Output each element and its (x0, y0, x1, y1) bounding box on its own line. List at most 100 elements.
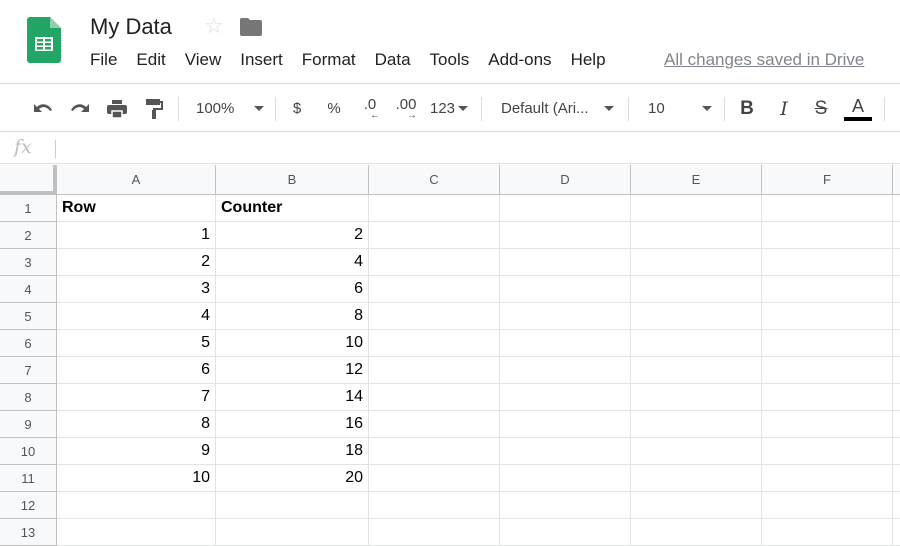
cell[interactable] (893, 438, 900, 465)
cell[interactable] (762, 384, 893, 411)
cell[interactable] (631, 330, 762, 357)
cell[interactable] (369, 195, 500, 222)
menu-addons[interactable]: Add-ons (488, 50, 551, 70)
row-header[interactable]: 8 (0, 384, 57, 411)
undo-button[interactable] (30, 85, 56, 132)
cell[interactable] (500, 519, 631, 546)
cell[interactable] (762, 411, 893, 438)
save-status-link[interactable]: All changes saved in Drive (664, 50, 864, 70)
cell[interactable] (893, 222, 900, 249)
cell[interactable]: 16 (216, 411, 369, 438)
column-header-partial[interactable] (893, 165, 900, 195)
cell[interactable]: 2 (216, 222, 369, 249)
cell[interactable] (500, 303, 631, 330)
cell[interactable] (369, 438, 500, 465)
cell[interactable] (762, 222, 893, 249)
cell[interactable] (500, 411, 631, 438)
cell[interactable] (893, 276, 900, 303)
column-header-a[interactable]: A (57, 165, 216, 195)
menu-data[interactable]: Data (375, 50, 411, 70)
cell[interactable] (762, 303, 893, 330)
cell[interactable] (57, 492, 216, 519)
cell[interactable]: 10 (57, 465, 216, 492)
row-header[interactable]: 7 (0, 357, 57, 384)
currency-format-button[interactable]: $ (285, 85, 309, 132)
cell[interactable] (762, 330, 893, 357)
cell[interactable] (631, 303, 762, 330)
row-header[interactable]: 10 (0, 438, 57, 465)
cell[interactable]: 20 (216, 465, 369, 492)
formula-input[interactable] (64, 133, 900, 164)
cell[interactable] (57, 519, 216, 546)
cell[interactable] (893, 303, 900, 330)
cell[interactable] (893, 411, 900, 438)
cell[interactable]: Counter (216, 195, 369, 222)
cell[interactable]: 10 (216, 330, 369, 357)
folder-icon[interactable] (240, 18, 262, 36)
row-header[interactable]: 11 (0, 465, 57, 492)
cell[interactable]: 5 (57, 330, 216, 357)
cell[interactable]: 4 (57, 303, 216, 330)
cell[interactable] (500, 222, 631, 249)
print-button[interactable] (104, 85, 130, 132)
cell[interactable] (893, 465, 900, 492)
cell[interactable] (762, 357, 893, 384)
cell[interactable] (631, 357, 762, 384)
cell[interactable] (216, 492, 369, 519)
row-header[interactable]: 4 (0, 276, 57, 303)
cell[interactable]: Row (57, 195, 216, 222)
cell[interactable] (893, 384, 900, 411)
cell[interactable] (500, 384, 631, 411)
decrease-decimal-button[interactable]: .0 ← (355, 85, 385, 132)
zoom-select[interactable]: 100% (190, 85, 270, 132)
sheets-logo-icon[interactable] (27, 17, 61, 63)
column-header-c[interactable]: C (369, 165, 500, 195)
paint-format-button[interactable] (141, 85, 167, 132)
menu-help[interactable]: Help (571, 50, 606, 70)
bold-button[interactable]: B (735, 85, 759, 132)
cell[interactable] (369, 249, 500, 276)
cell[interactable]: 7 (57, 384, 216, 411)
cell[interactable] (631, 492, 762, 519)
cell[interactable] (762, 492, 893, 519)
cell[interactable]: 2 (57, 249, 216, 276)
cell[interactable] (500, 357, 631, 384)
cell[interactable] (369, 222, 500, 249)
cell[interactable] (631, 249, 762, 276)
cell[interactable] (369, 303, 500, 330)
row-header[interactable]: 12 (0, 492, 57, 519)
cell[interactable] (500, 276, 631, 303)
cell[interactable] (631, 195, 762, 222)
cell[interactable] (893, 492, 900, 519)
percent-format-button[interactable]: % (322, 85, 346, 132)
cell[interactable] (369, 276, 500, 303)
cell[interactable]: 9 (57, 438, 216, 465)
cell[interactable] (631, 411, 762, 438)
increase-decimal-button[interactable]: .00 → (390, 85, 422, 132)
cell[interactable] (369, 384, 500, 411)
menu-format[interactable]: Format (302, 50, 356, 70)
cell[interactable] (500, 438, 631, 465)
cell[interactable] (893, 357, 900, 384)
cell[interactable] (762, 438, 893, 465)
cell[interactable]: 1 (57, 222, 216, 249)
column-header-e[interactable]: E (631, 165, 762, 195)
cell[interactable] (762, 519, 893, 546)
menu-edit[interactable]: Edit (136, 50, 165, 70)
cell[interactable]: 6 (57, 357, 216, 384)
cell[interactable] (369, 492, 500, 519)
cell[interactable] (762, 195, 893, 222)
cell[interactable] (631, 438, 762, 465)
row-header[interactable]: 5 (0, 303, 57, 330)
menu-file[interactable]: File (90, 50, 117, 70)
cell[interactable] (631, 465, 762, 492)
strikethrough-button[interactable]: S (809, 85, 833, 132)
cell[interactable] (631, 519, 762, 546)
cell[interactable]: 18 (216, 438, 369, 465)
document-title[interactable]: My Data (90, 14, 172, 40)
row-header[interactable]: 2 (0, 222, 57, 249)
menu-insert[interactable]: Insert (240, 50, 283, 70)
menu-view[interactable]: View (185, 50, 222, 70)
cell[interactable] (369, 357, 500, 384)
cell[interactable] (216, 519, 369, 546)
